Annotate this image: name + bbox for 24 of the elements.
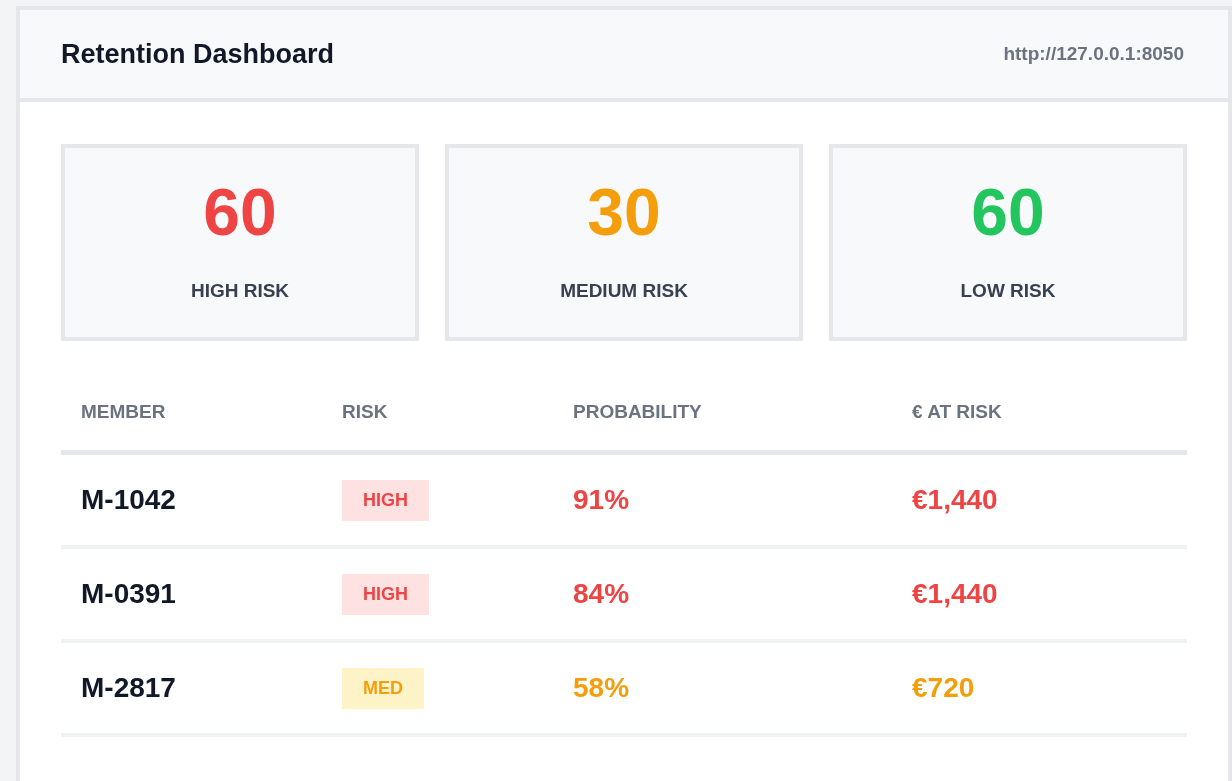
stat-value: 60: [203, 179, 277, 246]
member-id: M-0391: [81, 578, 176, 609]
stat-value: 60: [971, 179, 1045, 246]
risk-badge: HIGH: [342, 479, 429, 521]
url-text: http://127.0.0.1:8050: [1003, 41, 1184, 66]
member-id: M-2817: [81, 672, 176, 703]
risk-badge: MED: [342, 667, 424, 709]
column-header: RISK: [342, 401, 388, 423]
column-header: MEMBER: [81, 401, 166, 423]
dashboard-title: Retention Dashboard: [61, 37, 335, 71]
stat-label: HIGH RISK: [190, 279, 290, 304]
probability-value: 91%: [573, 484, 630, 515]
probability-value: 84%: [573, 578, 630, 609]
member-id: M-1042: [81, 484, 176, 515]
column-header: € AT RISK: [912, 401, 1002, 423]
stat-value: 30: [587, 179, 661, 246]
probability-value: 58%: [573, 672, 630, 703]
stat-label: MEDIUM RISK: [560, 279, 688, 304]
stat-label: LOW RISK: [960, 279, 1056, 304]
amount-at-risk: €1,440: [912, 578, 998, 609]
column-header: PROBABILITY: [573, 401, 702, 423]
amount-at-risk: €720: [912, 672, 975, 703]
risk-badge: HIGH: [342, 573, 429, 615]
amount-at-risk: €1,440: [912, 484, 998, 515]
